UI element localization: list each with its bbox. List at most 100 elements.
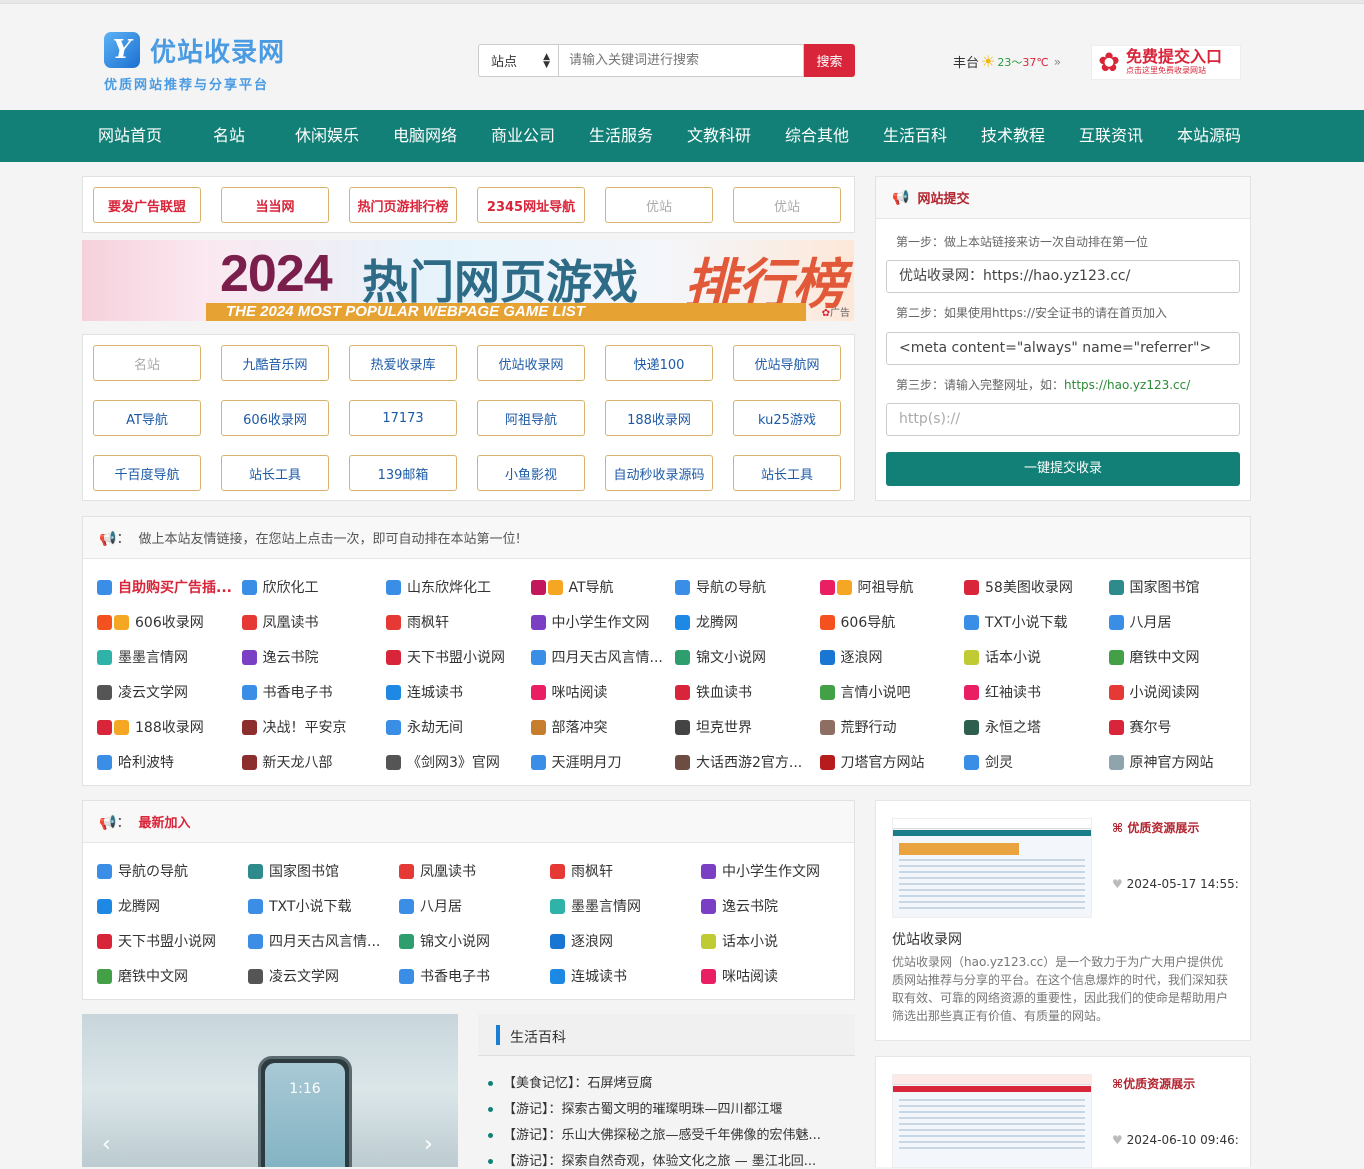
site-link[interactable]: 八月居 bbox=[1108, 612, 1248, 632]
weather-more-icon[interactable]: » bbox=[1054, 55, 1061, 69]
nav-item[interactable]: 生活服务 bbox=[572, 110, 670, 162]
nav-item[interactable]: 文教科研 bbox=[670, 110, 768, 162]
link-button[interactable]: 阿祖导航 bbox=[477, 400, 585, 436]
site-link[interactable]: 八月居 bbox=[399, 896, 544, 916]
link-button[interactable]: 名站 bbox=[93, 345, 201, 381]
site-link[interactable]: 逸云书院 bbox=[241, 647, 381, 667]
link-button[interactable]: 17173 bbox=[349, 400, 457, 436]
submit-button[interactable]: 一键提交收录 bbox=[886, 452, 1240, 486]
site-link[interactable]: 凤凰读书 bbox=[241, 612, 381, 632]
site-link[interactable]: 凌云文学网 bbox=[248, 966, 393, 986]
site-link[interactable]: 龙腾网 bbox=[97, 896, 242, 916]
site-link[interactable]: 《剑网3》官网 bbox=[386, 752, 525, 772]
nav-item-home[interactable]: 网站首页 bbox=[82, 110, 180, 162]
site-link[interactable]: 大话西游2官方... bbox=[675, 752, 814, 772]
link-button[interactable]: 快递100 bbox=[605, 345, 713, 381]
site-link[interactable]: 逐浪网 bbox=[550, 931, 695, 951]
site-link[interactable]: 小说阅读网 bbox=[1108, 682, 1248, 702]
site-link[interactable]: 凌云文学网 bbox=[97, 682, 236, 702]
link-button[interactable]: ku25游戏 bbox=[733, 400, 841, 436]
site-link[interactable]: 话本小说 bbox=[701, 931, 846, 951]
link-button[interactable]: 优站 bbox=[733, 187, 841, 223]
life-item[interactable]: 【游记】：探索自然奇观，体验文化之旅 — 墨江北回... bbox=[488, 1150, 848, 1169]
site-link[interactable]: 自助购买广告插... bbox=[97, 577, 236, 597]
site-link[interactable]: AT导航 bbox=[530, 577, 670, 597]
site-link[interactable]: 中小学生作文网 bbox=[530, 612, 670, 632]
weather-widget[interactable]: 丰台 ☀ 23～37℃ » bbox=[953, 52, 1061, 71]
site-link[interactable]: 188收录网 bbox=[97, 717, 236, 737]
site-link[interactable]: 墨墨言情网 bbox=[550, 896, 695, 916]
search-type-select[interactable]: 站点 ▲ ▼ bbox=[478, 44, 558, 77]
meta-tag-field[interactable]: <meta content="always" name="referrer"> bbox=[886, 332, 1240, 365]
link-button[interactable]: 九酷音乐网 bbox=[221, 345, 329, 381]
link-button[interactable]: 站长工具 bbox=[733, 455, 841, 491]
link-button[interactable]: 千百度导航 bbox=[93, 455, 201, 491]
site-link[interactable]: 部落冲突 bbox=[530, 717, 670, 737]
site-link[interactable]: 墨墨言情网 bbox=[97, 647, 236, 667]
site-link[interactable]: 话本小说 bbox=[964, 647, 1103, 667]
life-item[interactable]: 【游记】：探索古蜀文明的璀璨明珠—四川都江堰 bbox=[488, 1098, 848, 1117]
nav-item[interactable]: 本站源码 bbox=[1160, 110, 1258, 162]
site-link[interactable]: TXT小说下载 bbox=[964, 612, 1103, 632]
nav-item[interactable]: 生活百科 bbox=[866, 110, 964, 162]
site-link[interactable]: 连城读书 bbox=[550, 966, 695, 986]
link-button[interactable]: 当当网 bbox=[221, 187, 329, 223]
site-link[interactable]: 天下书盟小说网 bbox=[386, 647, 525, 667]
link-button[interactable]: 热门页游排行榜 bbox=[349, 187, 457, 223]
site-link[interactable]: 磨铁中文网 bbox=[1108, 647, 1248, 667]
link-button[interactable]: 自动秒收录源码 bbox=[605, 455, 713, 491]
site-link[interactable]: 逐浪网 bbox=[819, 647, 959, 667]
site-link[interactable]: 决战！平安京 bbox=[241, 717, 381, 737]
site-link[interactable]: 咪咕阅读 bbox=[530, 682, 670, 702]
link-button[interactable]: 139邮箱 bbox=[349, 455, 457, 491]
site-link[interactable]: 天涯明月刀 bbox=[530, 752, 670, 772]
link-button[interactable]: 要发广告联盟 bbox=[93, 187, 201, 223]
link-button[interactable]: 优站 bbox=[605, 187, 713, 223]
free-submit-banner[interactable]: ✿ 免费提交入口 点击这里免费收录网站 bbox=[1091, 45, 1241, 80]
site-link[interactable]: 雨枫轩 bbox=[550, 861, 695, 881]
url-input[interactable]: http(s):// bbox=[886, 403, 1240, 436]
site-url-field[interactable]: 优站收录网：https://hao.yz123.cc/ bbox=[886, 260, 1240, 293]
site-link[interactable]: 刀塔官方网站 bbox=[819, 752, 959, 772]
site-link[interactable]: 欣欣化工 bbox=[241, 577, 381, 597]
carousel-prev-icon[interactable]: ‹ bbox=[102, 1132, 111, 1157]
site-link[interactable]: 逸云书院 bbox=[701, 896, 846, 916]
site-link[interactable]: 阿祖导航 bbox=[819, 577, 959, 597]
site-link[interactable]: 书香电子书 bbox=[399, 966, 544, 986]
site-link[interactable]: 永恒之塔 bbox=[964, 717, 1103, 737]
link-button[interactable]: 优站导航网 bbox=[733, 345, 841, 381]
site-link[interactable]: 铁血读书 bbox=[675, 682, 814, 702]
nav-item[interactable]: 互联资讯 bbox=[1062, 110, 1160, 162]
logo[interactable]: Y 优站收录网 优质网站推荐与分享平台 bbox=[104, 30, 294, 94]
site-link[interactable]: 新天龙八部 bbox=[241, 752, 381, 772]
site-link[interactable]: 锦文小说网 bbox=[675, 647, 814, 667]
carousel[interactable]: 1:16 ‹ › bbox=[82, 1014, 458, 1167]
life-item[interactable]: 【美食记忆】：石屏烤豆腐 bbox=[488, 1072, 848, 1091]
site-link[interactable]: 哈利波特 bbox=[97, 752, 236, 772]
carousel-next-icon[interactable]: › bbox=[424, 1132, 433, 1157]
link-button[interactable]: 188收录网 bbox=[605, 400, 713, 436]
link-button[interactable]: 优站收录网 bbox=[477, 345, 585, 381]
link-button[interactable]: 606收录网 bbox=[221, 400, 329, 436]
showcase-card[interactable]: ⌘优质资源展示 ♥ 2024-06-10 09:46: bbox=[875, 1056, 1251, 1168]
site-link[interactable]: 原神官方网站 bbox=[1108, 752, 1248, 772]
site-link[interactable]: 荒野行动 bbox=[819, 717, 959, 737]
site-link[interactable]: 龙腾网 bbox=[675, 612, 814, 632]
site-link[interactable]: 赛尔号 bbox=[1108, 717, 1248, 737]
link-button[interactable]: 小鱼影视 bbox=[477, 455, 585, 491]
site-link[interactable]: 连城读书 bbox=[386, 682, 525, 702]
site-link[interactable]: 606导航 bbox=[819, 612, 959, 632]
life-item[interactable]: 【游记】：乐山大佛探秘之旅—感受千年佛像的宏伟魅... bbox=[488, 1124, 848, 1143]
site-link[interactable]: 四月天古风言情... bbox=[530, 647, 670, 667]
site-link[interactable]: 锦文小说网 bbox=[399, 931, 544, 951]
game-ranking-banner[interactable]: 2024 热门网页游戏 排行榜 THE 2024 MOST POPULAR WE… bbox=[82, 240, 854, 321]
site-link[interactable]: 剑灵 bbox=[964, 752, 1103, 772]
site-link[interactable]: 天下书盟小说网 bbox=[97, 931, 242, 951]
site-link[interactable]: 凤凰读书 bbox=[399, 861, 544, 881]
site-link[interactable]: 国家图书馆 bbox=[248, 861, 393, 881]
link-button[interactable]: 站长工具 bbox=[221, 455, 329, 491]
site-link[interactable]: 坦克世界 bbox=[675, 717, 814, 737]
search-input[interactable] bbox=[558, 44, 804, 77]
search-button[interactable]: 搜索 bbox=[804, 44, 855, 77]
site-link[interactable]: 58美图收录网 bbox=[964, 577, 1103, 597]
